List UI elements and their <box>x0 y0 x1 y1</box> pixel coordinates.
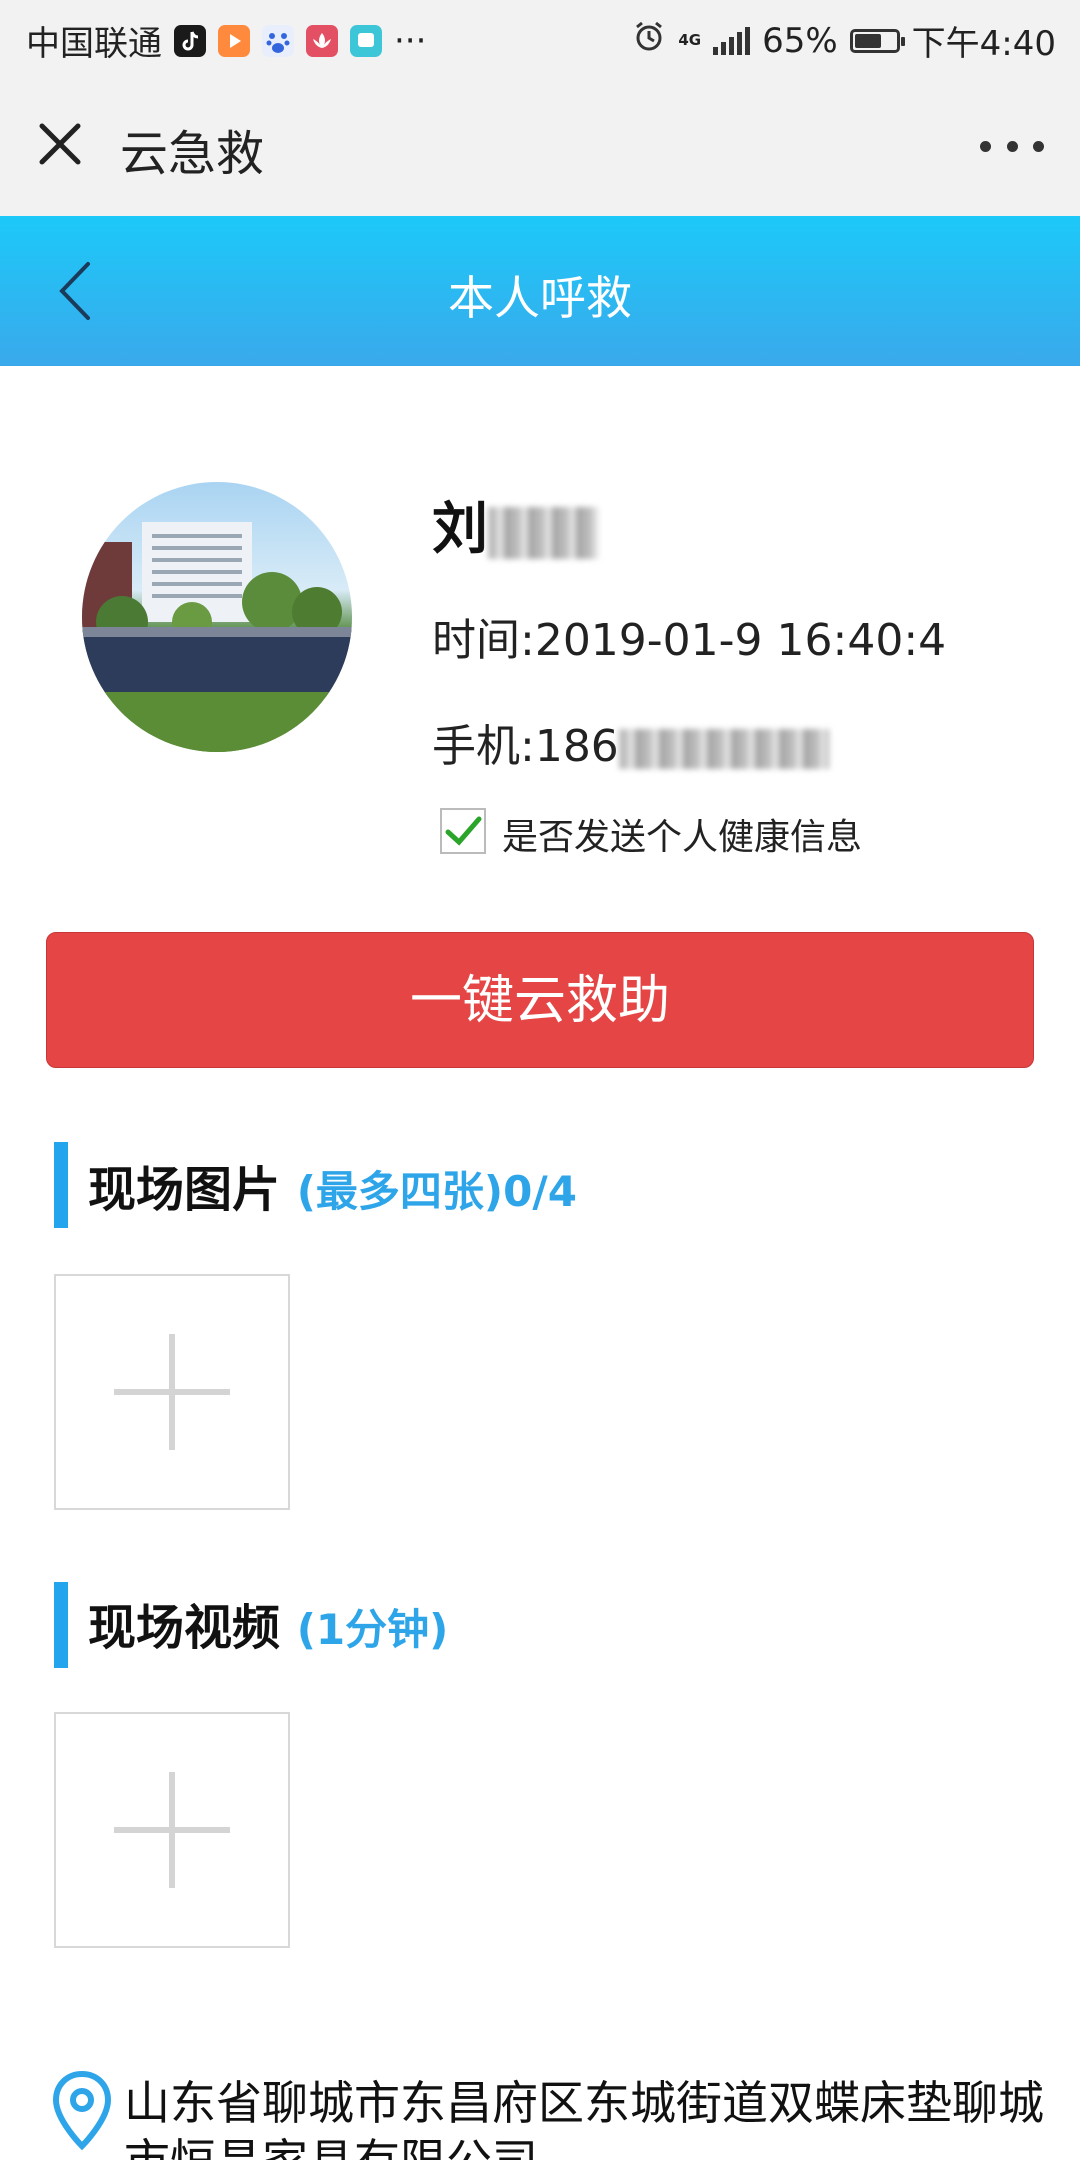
hospital-photo-image <box>82 522 352 752</box>
add-photo-button[interactable] <box>54 1274 290 1510</box>
video-section-title: 现场视频 (1分钟) <box>88 1588 448 1658</box>
one-key-rescue-button[interactable]: 一键云救助 <box>46 932 1034 1068</box>
plus-icon <box>114 1772 230 1888</box>
video-hint: (1分钟) <box>296 1605 449 1654</box>
user-name: 刘 <box>432 484 598 565</box>
section-accent-bar <box>54 1142 68 1228</box>
video-app-icon <box>218 24 250 57</box>
phone-number-prefix: 手机:186 <box>432 721 619 772</box>
battery-percent: 65% <box>762 20 838 61</box>
phone-number: 手机:186 <box>432 710 829 774</box>
signal-icon <box>713 26 751 55</box>
tiktok-app-icon <box>174 24 206 57</box>
close-button[interactable] <box>30 114 90 174</box>
add-video-button[interactable] <box>54 1712 290 1948</box>
call-time: 时间:2019-01-9 16:40:4 <box>432 615 947 666</box>
page-header: 本人呼救 <box>0 216 1080 366</box>
more-notifications-icon: ··· <box>394 20 427 61</box>
close-icon <box>39 123 81 165</box>
clock-time: 下午4:40 <box>911 24 1056 64</box>
baidu-app-icon <box>262 24 294 57</box>
lotus-app-icon <box>306 24 338 57</box>
more-dot-icon <box>1033 140 1044 152</box>
alarm-icon <box>632 19 666 62</box>
redacted-name <box>488 506 598 559</box>
send-health-info-checkbox[interactable] <box>440 808 486 854</box>
photos-title-text: 现场图片 <box>88 1162 281 1218</box>
battery-fill <box>854 33 881 48</box>
location-address: 山东省聊城市东昌府区东城街道双蝶床垫聊城市恒昌家具有限公司 <box>124 2076 1044 2160</box>
location-pin-icon <box>52 2070 112 2150</box>
status-left: 中国联通 ··· <box>26 16 426 65</box>
user-name-text: 刘 <box>432 497 488 562</box>
send-health-info-label: 是否发送个人健康信息 <box>502 817 863 858</box>
photos-hint: (最多四张)0/4 <box>296 1167 577 1216</box>
app-title: 云急救 <box>120 126 265 182</box>
location-row: 山东省聊城市东昌府区东城街道双蝶床垫聊城市恒昌家具有限公司 <box>50 2068 1050 2160</box>
checkmark-icon <box>445 816 482 846</box>
video-title-text: 现场视频 <box>88 1600 281 1656</box>
network-type-badge: 4G <box>678 31 702 49</box>
plus-icon <box>114 1334 230 1450</box>
redacted-phone <box>618 729 829 769</box>
section-accent-bar <box>54 1582 68 1668</box>
more-dot-icon <box>1006 140 1018 152</box>
avatar <box>82 482 352 752</box>
more-dot-icon <box>980 140 991 152</box>
status-bar: 中国联通 ··· 4G 65% 下午4:40 <box>0 0 1080 74</box>
more-options-button[interactable] <box>980 126 1044 166</box>
battery-icon <box>849 28 905 53</box>
carrier-text: 中国联通 <box>26 24 162 64</box>
page-title: 本人呼救 <box>448 271 632 325</box>
webview-title-bar: 云急救 <box>0 74 1080 216</box>
photos-section-title: 现场图片 (最多四张)0/4 <box>88 1150 577 1220</box>
chat-app-icon <box>350 24 382 57</box>
status-right: 4G 65% 下午4:40 <box>632 16 1056 65</box>
